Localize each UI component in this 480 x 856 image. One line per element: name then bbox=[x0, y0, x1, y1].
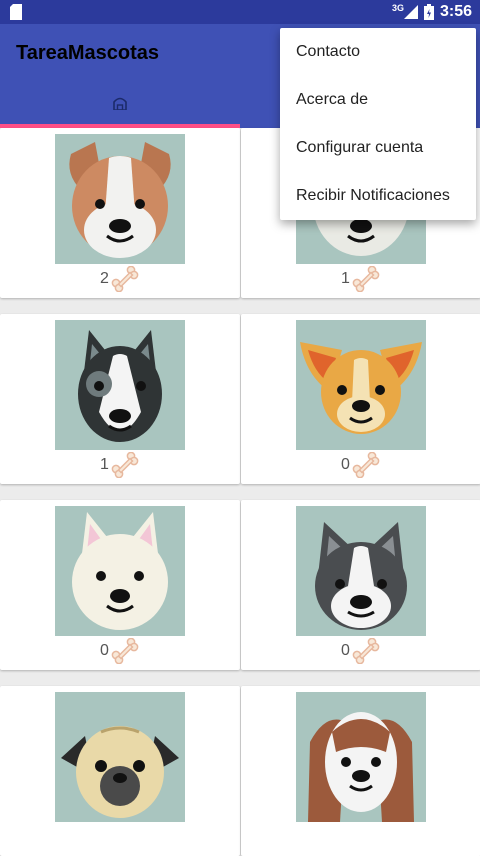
bulldog-icon bbox=[315, 522, 407, 630]
pet-photo[interactable] bbox=[55, 692, 185, 822]
status-right: 3G 3:56 bbox=[392, 0, 472, 24]
likes-row bbox=[241, 822, 480, 852]
husky-dog-icon bbox=[78, 330, 162, 442]
likes-row bbox=[0, 822, 240, 852]
network-type: 3G bbox=[391, 3, 404, 13]
bone-icon bbox=[351, 638, 381, 664]
bone-icon bbox=[110, 452, 140, 478]
pet-card[interactable]: 0 bbox=[241, 500, 480, 670]
menu-item-configurar-cuenta[interactable]: Configurar cuenta bbox=[280, 124, 476, 172]
battery-icon bbox=[423, 4, 434, 20]
pet-card[interactable]: 0 bbox=[241, 314, 480, 484]
likes-row: 1 bbox=[241, 264, 480, 294]
pet-card[interactable]: 0 bbox=[0, 500, 240, 670]
pet-photo[interactable] bbox=[55, 320, 185, 450]
pet-card[interactable] bbox=[0, 686, 240, 856]
menu-item-recibir-notificaciones[interactable]: Recibir Notificaciones bbox=[280, 172, 476, 220]
likes-count: 0 bbox=[341, 456, 350, 473]
likes-row: 0 bbox=[0, 636, 240, 666]
bone-icon bbox=[351, 266, 381, 292]
likes-count: 0 bbox=[341, 642, 350, 659]
home-icon bbox=[113, 97, 127, 110]
likes-count: 0 bbox=[100, 642, 109, 659]
spaniel-dog-icon bbox=[308, 712, 414, 822]
pet-photo[interactable] bbox=[296, 506, 426, 636]
likes-count: 1 bbox=[341, 270, 350, 287]
likes-row: 2 bbox=[0, 264, 240, 294]
overflow-menu: Contacto Acerca de Configurar cuenta Rec… bbox=[280, 28, 476, 220]
chihuahua-dog-icon bbox=[300, 342, 422, 434]
signal-icon bbox=[403, 5, 418, 19]
bone-icon bbox=[110, 638, 140, 664]
likes-count: 1 bbox=[100, 456, 109, 473]
pet-photo[interactable] bbox=[296, 320, 426, 450]
sd-card-icon bbox=[10, 4, 22, 20]
jack-russell-dog-icon bbox=[69, 142, 171, 258]
status-bar: 3G 3:56 bbox=[0, 0, 480, 24]
likes-count: 2 bbox=[100, 270, 109, 287]
bone-icon bbox=[351, 452, 381, 478]
pug-dog-icon bbox=[61, 726, 179, 818]
pet-photo[interactable] bbox=[296, 692, 426, 822]
pet-photo[interactable] bbox=[55, 506, 185, 636]
menu-item-acerca-de[interactable]: Acerca de bbox=[280, 76, 476, 124]
likes-row: 1 bbox=[0, 450, 240, 480]
pet-photo[interactable] bbox=[55, 134, 185, 264]
app-title: TareaMascotas bbox=[16, 42, 160, 64]
likes-row: 0 bbox=[241, 450, 480, 480]
clock: 3:56 bbox=[439, 3, 472, 20]
bone-icon bbox=[110, 266, 140, 292]
pet-card[interactable] bbox=[241, 686, 480, 856]
likes-row: 0 bbox=[241, 636, 480, 666]
white-dog-icon bbox=[72, 512, 168, 630]
pet-card[interactable]: 2 bbox=[0, 128, 240, 298]
tab-home[interactable] bbox=[0, 84, 240, 128]
pet-card[interactable]: 1 bbox=[0, 314, 240, 484]
menu-item-contacto[interactable]: Contacto bbox=[280, 28, 476, 76]
